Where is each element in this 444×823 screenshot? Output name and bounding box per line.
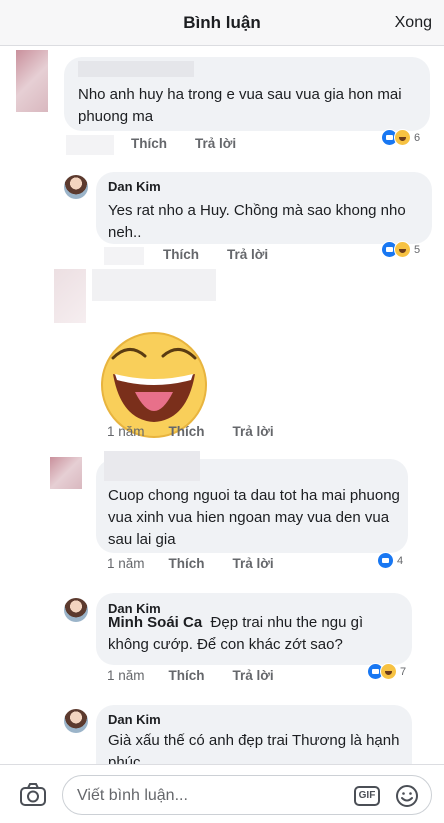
reaction-summary[interactable]: 5 bbox=[381, 241, 420, 258]
like-icon bbox=[377, 552, 394, 569]
reaction-summary[interactable]: 4 bbox=[377, 552, 403, 569]
commenter-name-redacted bbox=[78, 61, 194, 77]
reaction-summary[interactable]: 6 bbox=[381, 129, 420, 146]
commenter-name-redacted bbox=[104, 451, 200, 481]
comment-feed[interactable]: Nho anh huy ha trong e vua sau vua gia h… bbox=[0, 47, 444, 764]
comment-timestamp: 1 năm bbox=[107, 556, 145, 571]
reaction-summary[interactable]: 7 bbox=[367, 663, 406, 680]
page-title: Bình luận bbox=[183, 13, 261, 32]
camera-icon[interactable] bbox=[20, 783, 46, 807]
timestamp-redacted bbox=[104, 247, 144, 265]
comment-timestamp: 1 năm bbox=[107, 424, 145, 439]
comment-text: Cuop chong nguoi ta dau tot ha mai phuon… bbox=[108, 487, 400, 548]
comment-text: Minh Soái Ca Đẹp trai nhu the ngu gì khô… bbox=[108, 614, 364, 653]
commenter-name[interactable]: Dan Kim bbox=[108, 179, 161, 194]
commenter-name-redacted bbox=[92, 269, 216, 301]
avatar[interactable] bbox=[16, 50, 48, 112]
comment-composer: Viết bình luận... GIF bbox=[0, 764, 444, 823]
timestamp-redacted bbox=[66, 135, 114, 155]
like-button[interactable]: Thích bbox=[169, 556, 205, 571]
comment-text: Già xấu thế có anh đẹp trai Thương là hạ… bbox=[108, 732, 400, 764]
comment-actions: Thích Trả lời bbox=[131, 136, 264, 151]
done-button[interactable]: Xong bbox=[395, 14, 432, 32]
header-bar: Bình luận Xong bbox=[0, 0, 444, 46]
comment-input[interactable]: Viết bình luận... GIF bbox=[62, 775, 432, 815]
haha-icon bbox=[394, 241, 411, 258]
emoji-icon[interactable] bbox=[395, 784, 419, 808]
comment-timestamp: 1 năm bbox=[107, 668, 145, 683]
comment-text: Nho anh huy ha trong e vua sau vua gia h… bbox=[78, 86, 402, 125]
commenter-name[interactable]: Dan Kim bbox=[108, 712, 161, 727]
comment-actions: Thích Trả lời bbox=[163, 247, 296, 262]
gif-button[interactable]: GIF bbox=[354, 786, 380, 806]
like-button[interactable]: Thích bbox=[163, 247, 199, 262]
avatar[interactable] bbox=[64, 709, 88, 733]
haha-icon bbox=[380, 663, 397, 680]
comment-actions: 1 năm Thích Trả lời bbox=[107, 424, 302, 439]
reply-button[interactable]: Trả lời bbox=[233, 556, 274, 571]
avatar[interactable] bbox=[64, 598, 88, 622]
comment-input-placeholder: Viết bình luận... bbox=[77, 787, 188, 804]
reply-button[interactable]: Trả lời bbox=[227, 247, 268, 262]
like-button[interactable]: Thích bbox=[169, 668, 205, 683]
like-button[interactable]: Thích bbox=[131, 136, 167, 151]
avatar[interactable] bbox=[54, 269, 86, 323]
reply-button[interactable]: Trả lời bbox=[195, 136, 236, 151]
like-button[interactable]: Thích bbox=[169, 424, 205, 439]
reply-button[interactable]: Trả lời bbox=[233, 668, 274, 683]
comment-text: Yes rat nho a Huy. Chồng mà sao khong nh… bbox=[108, 202, 406, 241]
mention-link[interactable]: Minh Soái Ca bbox=[108, 614, 202, 631]
comment-actions: 1 năm Thích Trả lời bbox=[107, 556, 302, 571]
avatar[interactable] bbox=[50, 457, 82, 489]
avatar[interactable] bbox=[64, 175, 88, 199]
reply-button[interactable]: Trả lời bbox=[233, 424, 274, 439]
comment-actions: 1 năm Thích Trả lời bbox=[107, 668, 302, 683]
haha-icon bbox=[394, 129, 411, 146]
